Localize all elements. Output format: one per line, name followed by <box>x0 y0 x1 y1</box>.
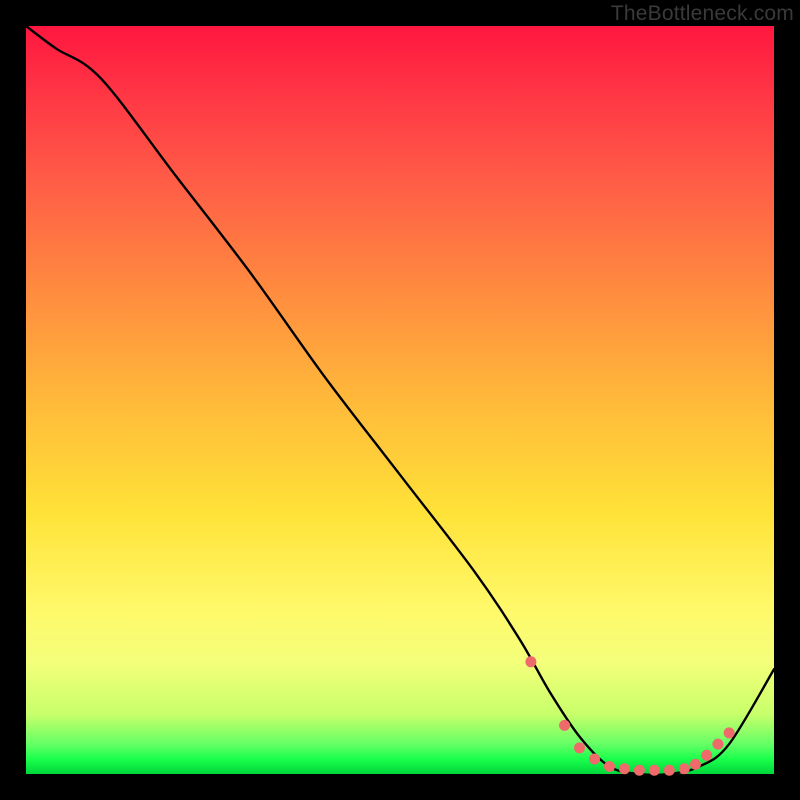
marker-dot <box>589 754 600 765</box>
marker-dot <box>664 765 675 776</box>
marker-dot <box>574 742 585 753</box>
marker-dot <box>559 720 570 731</box>
marker-dot <box>690 759 701 770</box>
chart-frame: TheBottleneck.com <box>0 0 800 800</box>
marker-dot <box>679 763 690 774</box>
marker-dot <box>724 727 735 738</box>
marker-dot <box>712 739 723 750</box>
curve-line <box>26 26 774 775</box>
marker-dot <box>604 761 615 772</box>
marker-dot <box>619 763 630 774</box>
watermark-text: TheBottleneck.com <box>611 2 794 26</box>
marker-dot <box>649 765 660 776</box>
marker-dot <box>701 750 712 761</box>
chart-svg <box>26 26 774 774</box>
plot-area <box>26 26 774 774</box>
curve-markers <box>525 656 734 775</box>
marker-dot <box>634 765 645 776</box>
marker-dot <box>525 656 536 667</box>
